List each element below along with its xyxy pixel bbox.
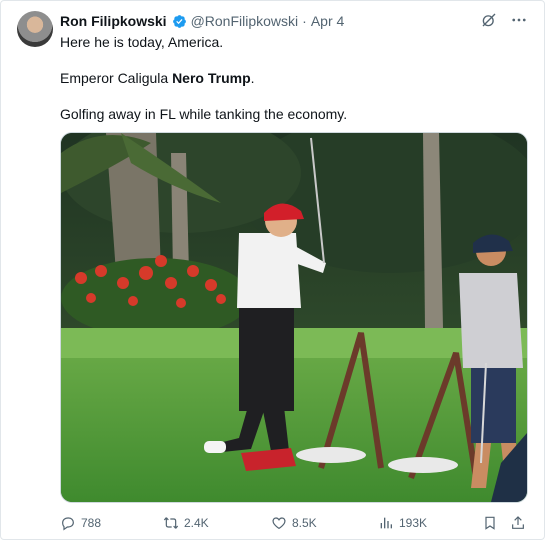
line-2-bold: Nero Trump — [172, 70, 251, 86]
tweet-date[interactable]: Apr 4 — [311, 13, 344, 29]
tweet-line-3: Golfing away in FL while tanking the eco… — [60, 106, 348, 122]
like-button[interactable]: 8.5K — [271, 515, 317, 531]
tweet-actions-bar: 788 2.4K 8.5K 193K — [60, 513, 528, 533]
author-name[interactable]: Ron Filipkowski — [60, 13, 167, 29]
like-count: 8.5K — [292, 516, 317, 530]
tweet-text: Here he is today, America. Emperor Calig… — [60, 33, 347, 123]
tweet-card[interactable]: Ron Filipkowski @RonFilipkowski · Apr 4 … — [0, 0, 545, 540]
header-actions — [480, 11, 528, 29]
reply-icon — [62, 517, 74, 531]
golf-photo — [61, 133, 527, 502]
grok-icon[interactable] — [480, 11, 498, 29]
repost-count: 2.4K — [184, 516, 209, 530]
more-icon[interactable] — [510, 11, 528, 29]
tweet-header: Ron Filipkowski @RonFilipkowski · Apr 4 — [60, 12, 528, 30]
tweet-line-1: Here he is today, America. — [60, 34, 224, 50]
views-icon — [380, 517, 392, 529]
tweet-line-2: Emperor Caligula Nero Trump. — [60, 69, 347, 87]
share-icon — [512, 516, 524, 529]
heart-icon — [272, 517, 286, 530]
share-button[interactable] — [510, 515, 526, 531]
bookmark-icon — [485, 516, 495, 530]
views-count: 193K — [399, 516, 428, 530]
views-button[interactable]: 193K — [378, 515, 427, 531]
repost-button[interactable]: 2.4K — [163, 515, 209, 531]
line-2-prefix: Emperor Caligula — [60, 70, 173, 86]
bookmark-button[interactable] — [482, 515, 498, 531]
reply-button[interactable]: 788 — [60, 515, 101, 531]
author-handle[interactable]: @RonFilipkowski — [191, 13, 299, 29]
verified-badge-icon — [172, 14, 186, 28]
avatar[interactable] — [17, 11, 53, 47]
separator-dot: · — [302, 13, 307, 29]
repost-icon — [163, 517, 179, 529]
line-2-suffix: . — [250, 70, 255, 86]
reply-count: 788 — [81, 516, 102, 530]
tweet-media-photo[interactable] — [60, 132, 528, 503]
